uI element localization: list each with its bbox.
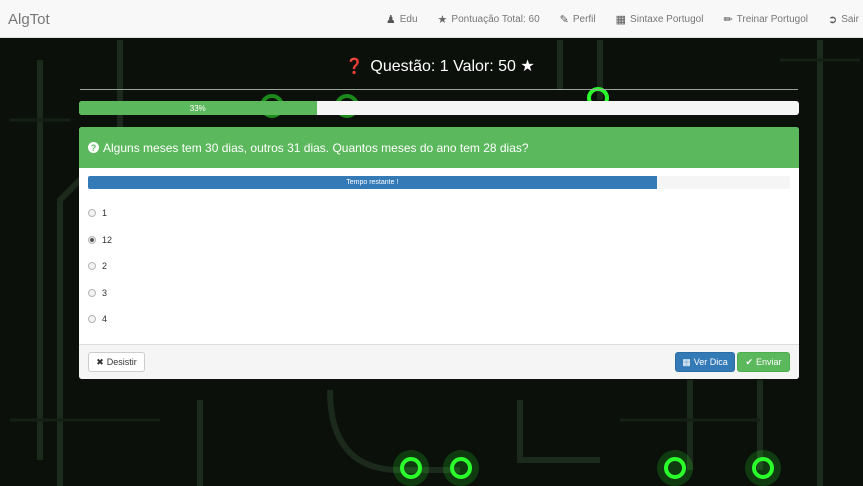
quiz-progress-fill: 33% bbox=[79, 101, 317, 115]
edit-icon: ✎ bbox=[559, 13, 569, 26]
answer-radio[interactable] bbox=[88, 236, 96, 244]
answer-label: 12 bbox=[102, 235, 113, 245]
panel-footer: ✖ Desistir ▦ Ver Dica ✔ Enviar bbox=[79, 344, 799, 379]
question-circle-icon: ? bbox=[88, 142, 99, 153]
answer-option[interactable]: 4 bbox=[88, 314, 107, 324]
nav-treinar-label: Treinar Portugol bbox=[736, 13, 808, 25]
ver-dica-label: Ver Dica bbox=[693, 357, 728, 367]
answer-radio[interactable] bbox=[88, 289, 96, 297]
star-icon: ★ bbox=[520, 58, 535, 75]
nav-sair[interactable]: ➲ Sair bbox=[828, 13, 859, 26]
time-remaining-bar: Tempo restante ! bbox=[88, 176, 790, 189]
answer-label: 2 bbox=[102, 261, 108, 271]
answer-option[interactable]: 2 bbox=[88, 261, 107, 271]
nav-user-label: Edu bbox=[399, 13, 418, 25]
question-text-heading: ? Alguns meses tem 30 dias, outros 31 di… bbox=[79, 127, 799, 168]
brand-logo[interactable]: AlgTot bbox=[8, 11, 50, 28]
book-icon: ▦ bbox=[615, 13, 627, 26]
question-title: Questão: 1 Valor: 50 bbox=[370, 58, 516, 75]
nav-perfil-label: Perfil bbox=[572, 13, 596, 25]
nav-sair-label: Sair bbox=[841, 13, 859, 25]
logout-icon: ➲ bbox=[827, 13, 838, 26]
top-navbar: AlgTot ♟ Edu ★ Pontuação Total: 60 ✎ Per… bbox=[0, 0, 863, 38]
answer-option[interactable]: 12 bbox=[88, 235, 112, 245]
question-text: Alguns meses tem 30 dias, outros 31 dias… bbox=[103, 140, 529, 155]
question-panel: ? Alguns meses tem 30 dias, outros 31 di… bbox=[79, 127, 799, 379]
answer-option[interactable]: 3 bbox=[88, 288, 107, 298]
answer-radio[interactable] bbox=[88, 262, 96, 270]
desistir-button[interactable]: ✖ Desistir bbox=[88, 352, 145, 372]
close-icon: ✖ bbox=[96, 356, 104, 367]
nav-links: ♟ Edu ★ Pontuação Total: 60 ✎ Perfil ▦ S… bbox=[366, 0, 859, 38]
star-icon: ★ bbox=[437, 13, 448, 26]
question-header: ❓ Questão: 1 Valor: 50 ★ bbox=[0, 56, 863, 76]
nav-pontuacao-label: Pontuação Total: 60 bbox=[451, 13, 540, 25]
nav-pontuacao[interactable]: ★ Pontuação Total: 60 bbox=[438, 13, 540, 26]
answer-label: 4 bbox=[102, 314, 108, 324]
enviar-label: Enviar bbox=[756, 357, 782, 367]
nav-perfil[interactable]: ✎ Perfil bbox=[560, 13, 596, 26]
nav-sintaxe[interactable]: ▦ Sintaxe Portugol bbox=[616, 13, 704, 26]
header-divider bbox=[80, 89, 798, 90]
answer-radio[interactable] bbox=[88, 209, 96, 217]
time-remaining-fill: Tempo restante ! bbox=[88, 176, 657, 189]
answer-label: 3 bbox=[102, 288, 108, 298]
nav-treinar[interactable]: ✏ Treinar Portugol bbox=[723, 13, 808, 26]
quiz-progress-label: 33% bbox=[189, 103, 206, 113]
desistir-label: Desistir bbox=[106, 357, 137, 367]
ver-dica-button[interactable]: ▦ Ver Dica bbox=[675, 352, 735, 372]
answer-radio[interactable] bbox=[88, 315, 96, 323]
answer-option[interactable]: 1 bbox=[88, 208, 107, 218]
check-icon: ✔ bbox=[745, 356, 754, 367]
question-circle-icon: ❓ bbox=[345, 58, 364, 75]
hint-icon: ▦ bbox=[682, 356, 691, 367]
nav-sintaxe-label: Sintaxe Portugol bbox=[630, 13, 704, 25]
nav-user[interactable]: ♟ Edu bbox=[386, 13, 418, 26]
enviar-button[interactable]: ✔ Enviar bbox=[737, 352, 790, 372]
time-remaining-label: Tempo restante ! bbox=[346, 179, 399, 186]
user-icon: ♟ bbox=[385, 13, 396, 26]
pen-icon: ✏ bbox=[723, 13, 733, 26]
quiz-progress-bar: 33% bbox=[79, 101, 799, 115]
answer-label: 1 bbox=[102, 208, 108, 218]
